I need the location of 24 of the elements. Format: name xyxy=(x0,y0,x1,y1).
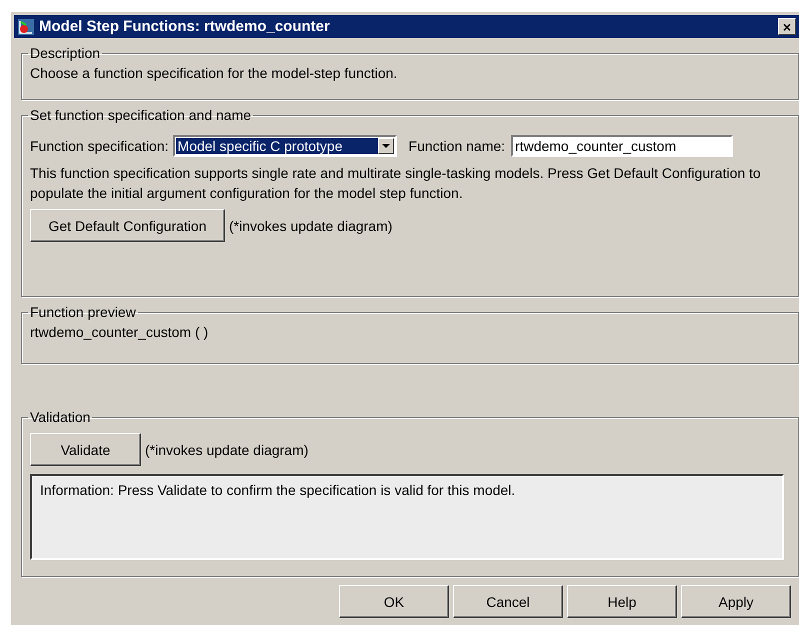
app-icon xyxy=(17,18,35,36)
get-default-configuration-button[interactable]: Get Default Configuration xyxy=(30,209,225,242)
group-title: Description xyxy=(29,45,102,61)
dropdown-arrow-icon xyxy=(382,144,390,148)
group-title: Validation xyxy=(29,409,92,425)
note-text: (*invokes update diagram) xyxy=(145,442,308,458)
note-text: (*invokes update diagram) xyxy=(229,218,392,234)
field-label: Function name: xyxy=(408,138,506,154)
group-title: Set function specification and name xyxy=(29,107,252,123)
field-label: Function specification: xyxy=(30,138,169,154)
help-text: This function specification supports single rate and multirate single-tasking models. Press Get Default Configuration to populate the initial argument configuration for the model step function. xyxy=(30,164,762,203)
dialog-button[interactable]: Apply xyxy=(681,585,791,618)
specification-dropdown[interactable]: Model specific C prototype xyxy=(172,135,397,157)
description-text: Choose a function specification for the model-step function. xyxy=(30,65,398,81)
dialog-button[interactable]: Cancel xyxy=(453,585,563,618)
close-button[interactable]: × xyxy=(778,18,796,35)
preview-text: rtwdemo_counter_custom ( ) xyxy=(30,324,210,340)
window-title: Model Step Functions: rtwdemo_counter xyxy=(39,18,331,35)
dialog-button[interactable]: Help xyxy=(567,585,677,618)
group-title: Function preview xyxy=(29,304,137,320)
validate-button[interactable]: Validate xyxy=(30,433,141,466)
function-name-field[interactable]: rtwdemo_counter_custom xyxy=(511,135,734,157)
dialog-button[interactable]: OK xyxy=(339,585,449,618)
information-box: Information: Press Validate to confirm the specification is valid for this model. xyxy=(30,474,784,560)
